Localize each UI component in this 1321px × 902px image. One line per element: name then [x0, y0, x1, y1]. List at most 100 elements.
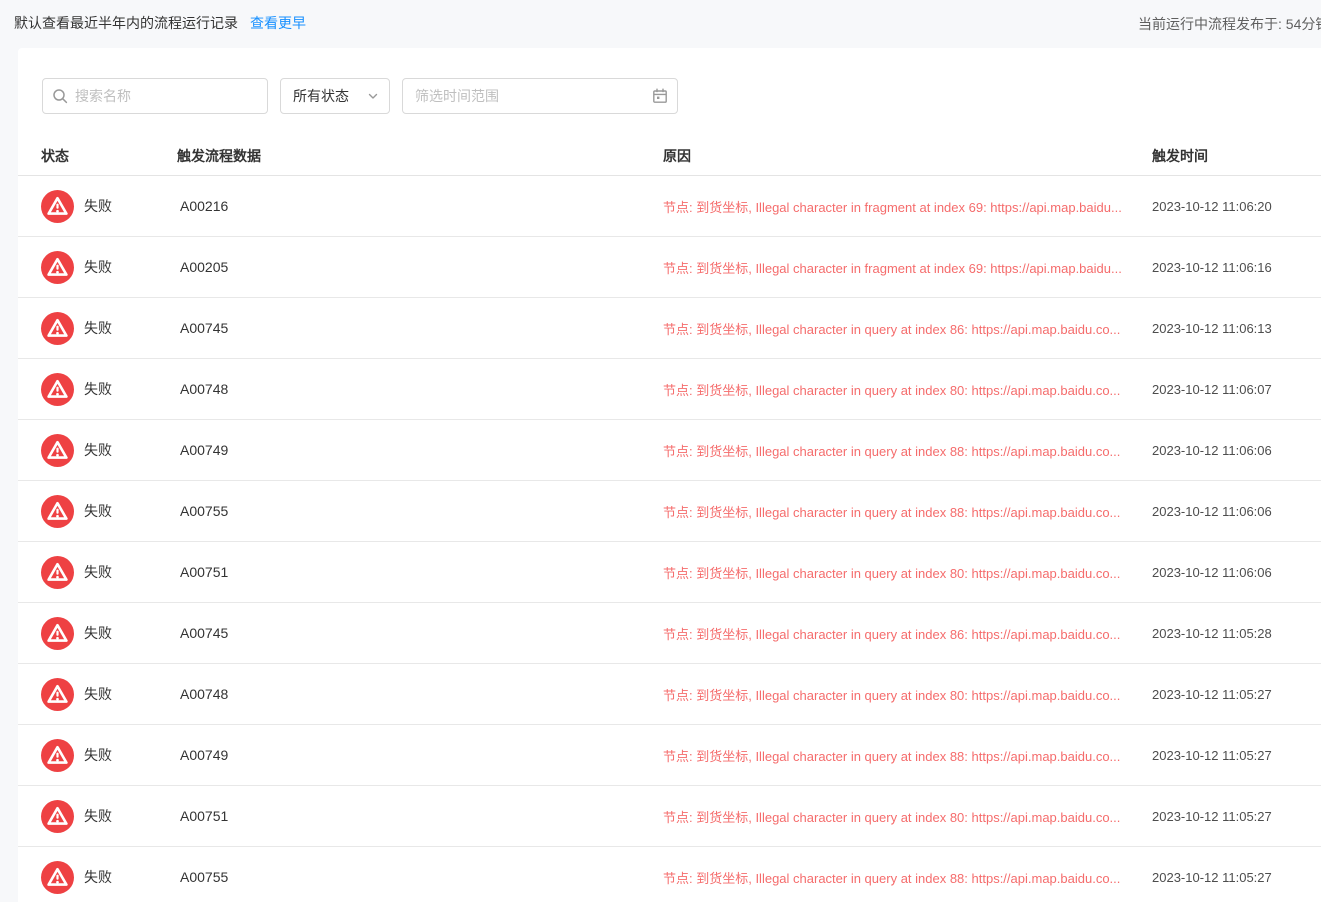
- topbar: 默认查看最近半年内的流程运行记录 查看更早 当前运行中流程发布于: 54分钟前: [0, 0, 1321, 45]
- date-range-input[interactable]: [402, 78, 678, 114]
- search-field-wrap: [42, 78, 268, 114]
- column-header-data: 触发流程数据: [177, 147, 261, 164]
- failure-warning-icon: [41, 738, 74, 772]
- status-cell: 失败: [18, 433, 177, 467]
- failure-reason: 节点: 到货坐标, Illegal character in fragment …: [663, 199, 1122, 215]
- trigger-data: A00745: [180, 320, 229, 336]
- status-cell: 失败: [18, 311, 177, 345]
- table-row[interactable]: 失败 A00751 节点: 到货坐标, Illegal character in…: [18, 786, 1321, 847]
- search-icon: [53, 89, 68, 104]
- run-records-table: 状态 触发流程数据 原因 触发时间 失败 A00216 节点: 到货坐标, Il…: [18, 136, 1321, 902]
- trigger-data: A00751: [180, 564, 229, 580]
- trigger-time: 2023-10-12 11:06:06: [1152, 442, 1272, 458]
- failure-warning-icon: [41, 677, 74, 711]
- table-row[interactable]: 失败 A00755 节点: 到货坐标, Illegal character in…: [18, 481, 1321, 542]
- status-label: 失败: [84, 564, 112, 580]
- status-cell: 失败: [18, 555, 177, 589]
- status-cell: 失败: [18, 494, 177, 528]
- trigger-time: 2023-10-12 11:06:07: [1152, 381, 1272, 397]
- chevron-down-icon: [368, 93, 378, 99]
- status-cell: 失败: [18, 799, 177, 833]
- status-cell: 失败: [18, 616, 177, 650]
- failure-reason: 节点: 到货坐标, Illegal character in query at …: [663, 321, 1121, 337]
- failure-warning-icon: [41, 799, 74, 833]
- trigger-time: 2023-10-12 11:05:27: [1152, 686, 1272, 702]
- trigger-time: 2023-10-12 11:06:06: [1152, 564, 1272, 580]
- trigger-time: 2023-10-12 11:05:27: [1152, 808, 1272, 824]
- table-row[interactable]: 失败 A00745 节点: 到货坐标, Illegal character in…: [18, 603, 1321, 664]
- failure-reason: 节点: 到货坐标, Illegal character in query at …: [663, 870, 1121, 886]
- table-row[interactable]: 失败 A00216 节点: 到货坐标, Illegal character in…: [18, 176, 1321, 237]
- trigger-data: A00755: [180, 503, 229, 519]
- status-cell: 失败: [18, 250, 177, 284]
- status-label: 失败: [84, 259, 112, 275]
- status-label: 失败: [84, 869, 112, 885]
- failure-reason: 节点: 到货坐标, Illegal character in query at …: [663, 626, 1121, 642]
- status-label: 失败: [84, 381, 112, 397]
- trigger-time: 2023-10-12 11:06:06: [1152, 503, 1272, 519]
- failure-reason: 节点: 到货坐标, Illegal character in query at …: [663, 748, 1121, 764]
- search-input[interactable]: [42, 78, 268, 114]
- table-row[interactable]: 失败 A00745 节点: 到货坐标, Illegal character in…: [18, 298, 1321, 359]
- records-notice: 默认查看最近半年内的流程运行记录: [14, 14, 238, 31]
- table-row[interactable]: 失败 A00748 节点: 到货坐标, Illegal character in…: [18, 359, 1321, 420]
- failure-reason: 节点: 到货坐标, Illegal character in query at …: [663, 382, 1121, 398]
- failure-warning-icon: [41, 433, 74, 467]
- trigger-data: A00755: [180, 869, 229, 885]
- trigger-time: 2023-10-12 11:06:16: [1152, 259, 1272, 275]
- trigger-data: A00748: [180, 686, 229, 702]
- failure-warning-icon: [41, 311, 74, 345]
- status-label: 失败: [84, 442, 112, 458]
- failure-reason: 节点: 到货坐标, Illegal character in fragment …: [663, 260, 1122, 276]
- failure-warning-icon: [41, 189, 74, 223]
- failure-reason: 节点: 到货坐标, Illegal character in query at …: [663, 504, 1121, 520]
- status-select[interactable]: 所有状态: [280, 78, 390, 114]
- status-cell: 失败: [18, 738, 177, 772]
- trigger-data: A00205: [180, 259, 229, 275]
- failure-reason: 节点: 到货坐标, Illegal character in query at …: [663, 443, 1121, 459]
- view-earlier-link[interactable]: 查看更早: [250, 13, 306, 33]
- calendar-icon: [653, 88, 667, 103]
- table-header-row: 状态 触发流程数据 原因 触发时间: [18, 136, 1321, 176]
- trigger-data: A00749: [180, 442, 229, 458]
- status-select-value: 所有状态: [293, 88, 349, 104]
- trigger-time: 2023-10-12 11:06:20: [1152, 198, 1272, 214]
- runtime-info: 当前运行中流程发布于: 54分钟前: [1138, 16, 1321, 32]
- status-label: 失败: [84, 320, 112, 336]
- table-row[interactable]: 失败 A00749 节点: 到货坐标, Illegal character in…: [18, 420, 1321, 481]
- status-label: 失败: [84, 625, 112, 641]
- filter-bar: 所有状态: [18, 48, 1321, 114]
- status-cell: 失败: [18, 189, 177, 223]
- trigger-data: A00751: [180, 808, 229, 824]
- failure-warning-icon: [41, 555, 74, 589]
- trigger-time: 2023-10-12 11:05:28: [1152, 625, 1272, 641]
- table-row[interactable]: 失败 A00751 节点: 到货坐标, Illegal character in…: [18, 542, 1321, 603]
- column-header-reason: 原因: [663, 147, 691, 164]
- status-cell: 失败: [18, 860, 177, 894]
- status-cell: 失败: [18, 372, 177, 406]
- status-label: 失败: [84, 808, 112, 824]
- status-label: 失败: [84, 686, 112, 702]
- failure-warning-icon: [41, 250, 74, 284]
- date-range-field-wrap: [402, 78, 678, 114]
- trigger-data: A00749: [180, 747, 229, 763]
- status-label: 失败: [84, 503, 112, 519]
- trigger-data: A00216: [180, 198, 229, 214]
- status-cell: 失败: [18, 677, 177, 711]
- records-panel: 所有状态 状态 触发流程数据 原因 触发时间: [18, 48, 1321, 902]
- table-row[interactable]: 失败 A00749 节点: 到货坐标, Illegal character in…: [18, 725, 1321, 786]
- trigger-time: 2023-10-12 11:05:27: [1152, 869, 1272, 885]
- column-header-status: 状态: [41, 147, 69, 164]
- trigger-time: 2023-10-12 11:05:27: [1152, 747, 1272, 763]
- failure-reason: 节点: 到货坐标, Illegal character in query at …: [663, 809, 1121, 825]
- table-body: 失败 A00216 节点: 到货坐标, Illegal character in…: [18, 176, 1321, 902]
- table-row[interactable]: 失败 A00748 节点: 到货坐标, Illegal character in…: [18, 664, 1321, 725]
- trigger-time: 2023-10-12 11:06:13: [1152, 320, 1272, 336]
- trigger-data: A00748: [180, 381, 229, 397]
- failure-warning-icon: [41, 616, 74, 650]
- failure-warning-icon: [41, 860, 74, 894]
- table-row[interactable]: 失败 A00205 节点: 到货坐标, Illegal character in…: [18, 237, 1321, 298]
- failure-warning-icon: [41, 494, 74, 528]
- table-row[interactable]: 失败 A00755 节点: 到货坐标, Illegal character in…: [18, 847, 1321, 902]
- status-label: 失败: [84, 747, 112, 763]
